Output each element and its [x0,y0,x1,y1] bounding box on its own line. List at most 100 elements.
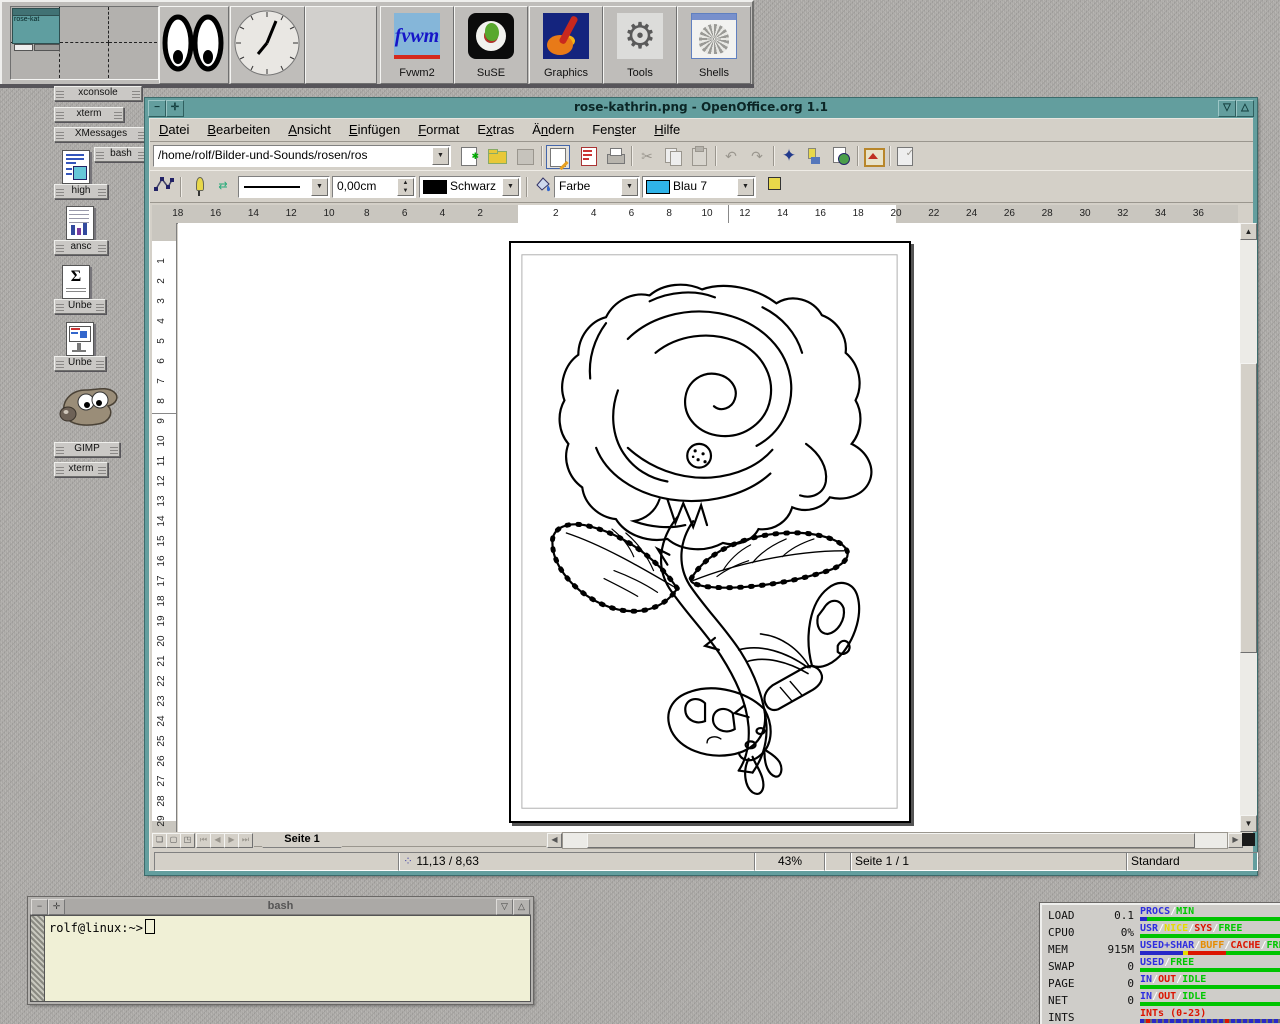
horizontal-scroll-thumb[interactable] [587,833,1195,848]
menu-ansicht[interactable]: Ansicht [279,119,340,137]
chevron-down-icon[interactable]: ▼ [311,178,328,196]
icon-bash[interactable]: bash [94,147,148,162]
navigator-icon[interactable]: ✦ [778,145,800,167]
chevron-down-icon[interactable]: ▼ [621,178,638,196]
master-mode-button[interactable]: ▢ [166,833,181,848]
shade-button[interactable]: ▽ [1218,100,1236,117]
fill-type-value[interactable]: Farbe [559,179,621,193]
paste-icon[interactable] [688,145,710,167]
url-value[interactable]: /home/rolf/Bilder-und-Sounds/rosen/ros [158,148,432,162]
horizontal-scrollbar[interactable] [562,832,1228,849]
save-document-icon[interactable] [514,145,536,167]
scroll-down-icon[interactable]: ▼ [1240,815,1257,832]
stylist-icon[interactable] [804,145,826,167]
new-document-icon[interactable]: ✱ [458,145,480,167]
fill-type-combobox[interactable]: Farbe ▼ [554,176,640,198]
pager-mini-window[interactable] [14,44,33,51]
math-document-icon[interactable]: Σ [62,265,90,299]
menu-format[interactable]: Format [409,119,468,137]
icon-xconsole[interactable]: xconsole [54,86,142,101]
status-zoom-field[interactable]: 43% [754,852,826,871]
line-style-combobox[interactable]: ▼ [238,176,330,198]
fvwm-pager[interactable]: rose-kat [10,6,159,80]
gimp-wilber-icon[interactable] [56,378,122,430]
copy-icon[interactable] [662,145,684,167]
status-page-field[interactable]: Seite 1 / 1 [850,852,1128,871]
line-color-combobox[interactable]: Schwarz ▼ [419,176,521,198]
url-combobox[interactable]: /home/rolf/Bilder-und-Sounds/rosen/ros ▼ [153,145,451,167]
icon-xmessages[interactable]: XMessages [54,127,148,142]
calc-document-icon[interactable] [66,206,94,240]
page-tab-seite-1[interactable]: Seite 1 [254,832,350,848]
writer-document-icon[interactable] [62,150,90,184]
raise-button[interactable]: △ [513,899,530,915]
menu-bearbeiten[interactable]: Bearbeiten [198,119,279,137]
rose-drawing[interactable] [511,243,909,821]
title-bar[interactable]: − ✛ rose-kathrin.png - OpenOffice.org 1.… [145,98,1257,118]
export-document-icon[interactable] [578,145,600,167]
taskbar-button-tools[interactable]: ⚙Tools [603,6,677,84]
chevron-down-icon[interactable]: ▼ [737,178,754,196]
icon-xterm[interactable]: xterm [54,107,124,122]
icon-math-doc[interactable]: Unbe [54,299,106,314]
vertical-scrollbar[interactable]: ▲ ▼ [1240,223,1257,832]
menu-datei[interactable]: Datei [150,119,198,137]
taskbar-button-graphics[interactable]: Graphics [529,6,603,84]
arrow-style-icon[interactable]: ⇄ [212,175,234,197]
scroll-left-icon[interactable]: ◀ [547,833,562,848]
resize-corner[interactable] [1242,833,1255,846]
cut-icon[interactable]: ✂ [636,145,658,167]
icon-writer-doc[interactable]: high [54,184,108,199]
taskbar-button-suse[interactable]: SuSE [454,6,528,84]
menu-fenster[interactable]: Fenster [583,119,645,137]
first-page-icon[interactable]: ⏮ [196,833,211,848]
redo-icon[interactable]: ↷ [746,145,768,167]
page-mode-button[interactable]: ❏ [152,833,167,848]
line-width-spinner[interactable]: 0,00cm ▲▼ [332,176,416,198]
vertical-scroll-thumb[interactable] [1240,363,1257,653]
line-color-name[interactable]: Schwarz [450,179,502,193]
line-width-value[interactable]: 0,00cm [337,179,397,193]
pager-mini-window[interactable]: rose-kat [12,8,60,44]
shade-button[interactable]: ▽ [496,899,513,915]
icon-xterm-2[interactable]: xterm [54,462,108,477]
icon-calc-doc[interactable]: ansc [54,240,108,255]
hyperlink-globe-icon[interactable] [830,145,852,167]
pager-mini-window[interactable] [34,44,60,51]
fill-color-name[interactable]: Blau 7 [673,179,737,193]
icon-impress-doc[interactable]: Unbe [54,356,106,371]
menu-hilfe[interactable]: Hilfe [645,119,689,137]
scroll-right-icon[interactable]: ▶ [1228,833,1243,848]
undo-icon[interactable]: ↶ [720,145,742,167]
scroll-up-icon[interactable]: ▲ [1240,223,1257,240]
drawing-canvas[interactable] [178,223,1240,832]
chevron-down-icon[interactable]: ▼ [432,147,449,165]
next-page-icon[interactable]: ▶ [224,833,239,848]
edit-file-icon[interactable] [546,145,570,169]
shadow-toggle-icon[interactable] [766,175,788,197]
pen-style-icon[interactable] [188,175,210,197]
open-folder-icon[interactable] [486,145,508,167]
spellcheck-icon[interactable]: ✓ [894,145,916,167]
print-icon[interactable] [604,145,626,167]
menu-einfgen[interactable]: Einfügen [340,119,409,137]
spinner-buttons[interactable]: ▲▼ [397,178,414,196]
status-style-field[interactable]: Standard [1126,852,1258,871]
fill-bucket-icon[interactable] [532,175,554,197]
taskbar-button-shells[interactable]: Shells [677,6,751,84]
icon-gimp[interactable]: GIMP [54,442,120,457]
terminal-scrollbar[interactable] [31,916,45,1001]
edit-points-icon[interactable] [153,175,175,197]
taskbar-button-fvwm2[interactable]: fvwmFvwm2 [380,6,454,84]
gallery-icon[interactable] [862,145,884,167]
chevron-down-icon[interactable]: ▼ [502,178,519,196]
menu-ndern[interactable]: Ändern [523,119,583,137]
raise-button[interactable]: △ [1236,100,1254,117]
prev-page-icon[interactable]: ◀ [210,833,225,848]
document-page[interactable] [509,241,911,823]
terminal-content[interactable]: rolf@linux:~> [30,915,531,1002]
menu-extras[interactable]: Extras [468,119,523,137]
impress-document-icon[interactable] [66,322,94,356]
fill-color-combobox[interactable]: Blau 7 ▼ [642,176,756,198]
layer-mode-button[interactable]: ◳ [180,833,195,848]
